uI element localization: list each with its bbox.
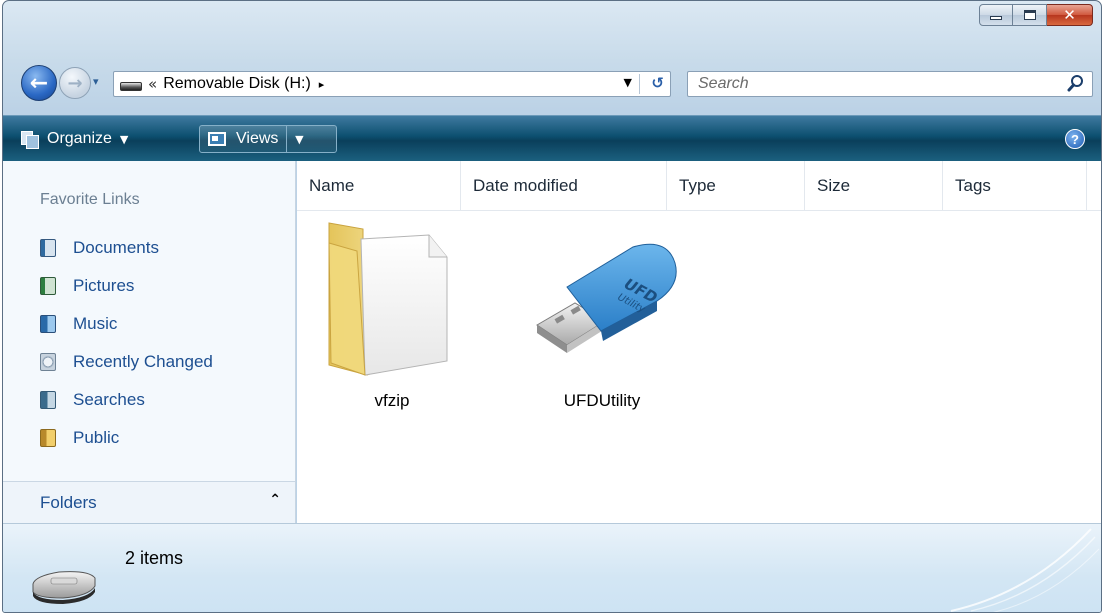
minimize-icon [990,16,1002,20]
views-button[interactable]: Views ▼ [199,125,337,153]
decorative-swoosh [950,528,1100,612]
file-item-vfzip[interactable]: vfzip [307,213,477,423]
searches-icon [40,391,56,409]
sidebar-item-label: Pictures [73,276,135,295]
favorite-links-title: Favorite Links [40,191,140,208]
caption-buttons: ✕ [979,4,1093,26]
recently-changed-icon [40,353,56,371]
close-icon: ✕ [1063,5,1076,24]
search-icon[interactable] [1066,73,1086,95]
forward-arrow-icon: → [67,72,83,94]
organize-label: Organize [47,130,112,147]
folders-toggle[interactable]: Folders ⌃ [3,481,295,523]
sidebar-item-label: Music [73,314,118,333]
breadcrumb-overflow[interactable]: « [148,75,157,93]
sidebar-item-public[interactable]: Public [3,419,295,457]
views-label: Views [236,130,279,147]
column-header-date-modified[interactable]: Date modified [461,161,667,211]
navigation-bar: ← → ▾ « Removable Disk (H:) ▸ ▼ ↺ [3,63,1101,103]
sidebar-item-label: Searches [73,390,145,409]
chevron-down-icon: ▼ [119,132,129,146]
public-icon [40,429,56,447]
search-input[interactable] [696,73,1036,95]
close-button[interactable]: ✕ [1047,4,1093,26]
usb-drive-icon: UFD Utility [536,243,677,353]
address-bar[interactable]: « Removable Disk (H:) ▸ ▼ ↺ [113,71,671,97]
folder-icon [328,222,448,376]
search-box[interactable] [687,71,1093,97]
maximize-icon [1023,10,1036,20]
sidebar-item-music[interactable]: Music [3,305,295,343]
sidebar-item-recently-changed[interactable]: Recently Changed [3,343,295,381]
details-pane: 2 items [3,523,1101,612]
minimize-button[interactable] [979,4,1013,26]
command-bar: Organize ▼ Views ▼ ? [3,115,1101,161]
folders-label: Folders [40,492,97,512]
views-icon [208,132,226,146]
address-divider [639,74,640,94]
sidebar-item-label: Recently Changed [73,352,213,371]
refresh-icon[interactable]: ↺ [651,74,664,92]
breadcrumb-removable-disk[interactable]: Removable Disk (H:) [163,75,311,93]
item-count: 2 items [125,548,184,568]
sidebar-item-label: Public [73,428,120,447]
sidebar-item-documents[interactable]: Documents [3,229,295,267]
favorite-links-list: Documents Pictures Music Recently Change… [3,229,295,457]
navigation-pane: Favorite Links Documents Pictures Music … [3,161,296,523]
maximize-button[interactable] [1013,4,1047,26]
address-dropdown-button[interactable]: ▼ [624,76,632,89]
file-list[interactable]: Name Date modified Type Size Tags vfzip … [297,161,1101,523]
column-header-name[interactable]: Name [297,161,461,211]
column-header-tags[interactable]: Tags [943,161,1087,211]
help-icon[interactable]: ? [1065,129,1085,149]
back-arrow-icon: ← [29,70,49,96]
file-name: vfzip [374,391,410,410]
recent-pages-button[interactable]: ▾ [93,75,99,88]
organize-icon [21,131,39,149]
forward-button[interactable]: → [59,67,91,99]
pictures-icon [40,277,56,295]
removable-disk-icon [32,571,96,604]
sidebar-item-label: Documents [73,238,159,257]
documents-icon [40,239,56,257]
chevron-down-icon: ▾ [93,75,99,88]
file-name: UFDUtility [563,391,641,410]
column-header-type[interactable]: Type [667,161,805,211]
music-icon [40,315,56,333]
column-headers: Name Date modified Type Size Tags [297,161,1101,211]
chevron-up-icon: ⌃ [269,492,281,508]
views-dropdown-button[interactable]: ▼ [287,133,311,146]
file-item-ufdutility[interactable]: UFD Utility UFDUtility [517,213,687,423]
views-main-button[interactable]: Views [200,126,288,152]
breadcrumb-arrow-icon[interactable]: ▸ [319,78,325,91]
organize-button[interactable]: Organize ▼ [13,125,136,153]
drive-icon [120,81,142,91]
column-header-size[interactable]: Size [805,161,943,211]
sidebar-item-pictures[interactable]: Pictures [3,267,295,305]
sidebar-item-searches[interactable]: Searches [3,381,295,419]
back-button[interactable]: ← [21,65,57,101]
explorer-window: ✕ ← → ▾ « Removable Disk (H:) ▸ ▼ ↺ Sear… [2,0,1102,613]
